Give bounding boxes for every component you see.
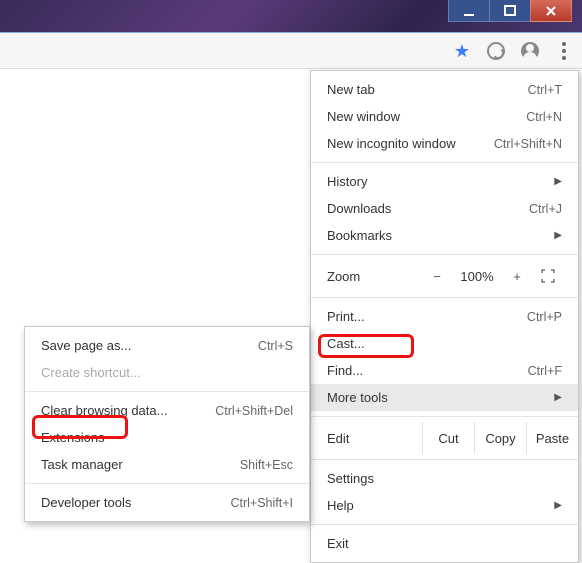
menu-accel: Shift+Esc: [240, 458, 293, 472]
menu-item-help[interactable]: Help ▶: [311, 492, 578, 519]
menu-label: Find...: [327, 363, 498, 378]
menu-accel: Ctrl+P: [527, 310, 562, 324]
menu-label: New tab: [327, 82, 498, 97]
menu-item-more-tools[interactable]: More tools ▶: [311, 384, 578, 411]
submenu-item-create-shortcut: Create shortcut...: [25, 359, 309, 386]
zoom-out-button[interactable]: −: [420, 269, 454, 284]
menu-label: More tools: [327, 390, 524, 405]
menu-accel: Ctrl+F: [528, 364, 562, 378]
fullscreen-icon[interactable]: [534, 269, 562, 283]
menu-label: Exit: [327, 536, 562, 551]
menu-item-new-incognito[interactable]: New incognito window Ctrl+Shift+N: [311, 130, 578, 157]
menu-accel: Ctrl+Shift+I: [230, 496, 293, 510]
window-minimize-button[interactable]: [448, 0, 490, 22]
submenu-item-task-manager[interactable]: Task manager Shift+Esc: [25, 451, 309, 478]
window-close-button[interactable]: [530, 0, 572, 22]
menu-label: Bookmarks: [327, 228, 524, 243]
more-tools-submenu: Save page as... Ctrl+S Create shortcut..…: [24, 326, 310, 522]
menu-item-edit: Edit Cut Copy Paste: [311, 422, 578, 454]
chrome-main-menu: New tab Ctrl+T New window Ctrl+N New inc…: [310, 70, 579, 563]
menu-accel: Ctrl+Shift+Del: [215, 404, 293, 418]
profile-avatar-icon[interactable]: [520, 41, 540, 61]
menu-separator: [311, 297, 578, 298]
menu-label: Help: [327, 498, 524, 513]
menu-separator: [311, 416, 578, 417]
menu-label: New incognito window: [327, 136, 464, 151]
menu-separator: [25, 483, 309, 484]
menu-label: Extensions: [41, 430, 293, 445]
chevron-right-icon: ▶: [554, 500, 562, 511]
edit-copy-button[interactable]: Copy: [474, 422, 526, 454]
submenu-item-save-page[interactable]: Save page as... Ctrl+S: [25, 332, 309, 359]
menu-label: Print...: [327, 309, 497, 324]
menu-accel: Ctrl+N: [526, 110, 562, 124]
menu-accel: Ctrl+S: [258, 339, 293, 353]
menu-label: Developer tools: [41, 495, 200, 510]
submenu-item-developer-tools[interactable]: Developer tools Ctrl+Shift+I: [25, 489, 309, 516]
menu-item-cast[interactable]: Cast...: [311, 330, 578, 357]
menu-label: Clear browsing data...: [41, 403, 185, 418]
menu-separator: [311, 524, 578, 525]
submenu-item-clear-data[interactable]: Clear browsing data... Ctrl+Shift+Del: [25, 397, 309, 424]
menu-item-zoom: Zoom − 100% +: [311, 260, 578, 292]
menu-label: History: [327, 174, 524, 189]
menu-label: Edit: [327, 431, 422, 446]
zoom-value: 100%: [454, 269, 500, 284]
window-maximize-button[interactable]: [489, 0, 531, 22]
edit-paste-button[interactable]: Paste: [526, 422, 578, 454]
menu-label: Zoom: [327, 269, 420, 284]
menu-accel: Ctrl+T: [528, 83, 562, 97]
menu-separator: [311, 162, 578, 163]
menu-item-bookmarks[interactable]: Bookmarks ▶: [311, 222, 578, 249]
window-controls: [449, 0, 572, 22]
menu-separator: [311, 459, 578, 460]
chevron-right-icon: ▶: [554, 392, 562, 403]
browser-toolbar: ★: [0, 33, 582, 69]
menu-separator: [311, 254, 578, 255]
edit-cut-button[interactable]: Cut: [422, 422, 474, 454]
chevron-right-icon: ▶: [554, 176, 562, 187]
menu-label: Task manager: [41, 457, 210, 472]
menu-label: Save page as...: [41, 338, 228, 353]
extension-swirl-icon[interactable]: [486, 41, 506, 61]
menu-item-new-window[interactable]: New window Ctrl+N: [311, 103, 578, 130]
zoom-in-button[interactable]: +: [500, 269, 534, 284]
bookmark-star-icon[interactable]: ★: [452, 41, 472, 61]
menu-accel: Ctrl+Shift+N: [494, 137, 562, 151]
menu-accel: Ctrl+J: [529, 202, 562, 216]
menu-item-print[interactable]: Print... Ctrl+P: [311, 303, 578, 330]
menu-item-settings[interactable]: Settings: [311, 465, 578, 492]
menu-label: Create shortcut...: [41, 365, 293, 380]
menu-item-exit[interactable]: Exit: [311, 530, 578, 557]
menu-label: Settings: [327, 471, 562, 486]
menu-item-find[interactable]: Find... Ctrl+F: [311, 357, 578, 384]
submenu-item-extensions[interactable]: Extensions: [25, 424, 309, 451]
menu-item-new-tab[interactable]: New tab Ctrl+T: [311, 76, 578, 103]
menu-label: New window: [327, 109, 496, 124]
menu-item-downloads[interactable]: Downloads Ctrl+J: [311, 195, 578, 222]
menu-item-history[interactable]: History ▶: [311, 168, 578, 195]
chrome-menu-button[interactable]: [554, 41, 574, 61]
menu-label: Cast...: [327, 336, 562, 351]
chevron-right-icon: ▶: [554, 230, 562, 241]
menu-label: Downloads: [327, 201, 499, 216]
menu-separator: [25, 391, 309, 392]
